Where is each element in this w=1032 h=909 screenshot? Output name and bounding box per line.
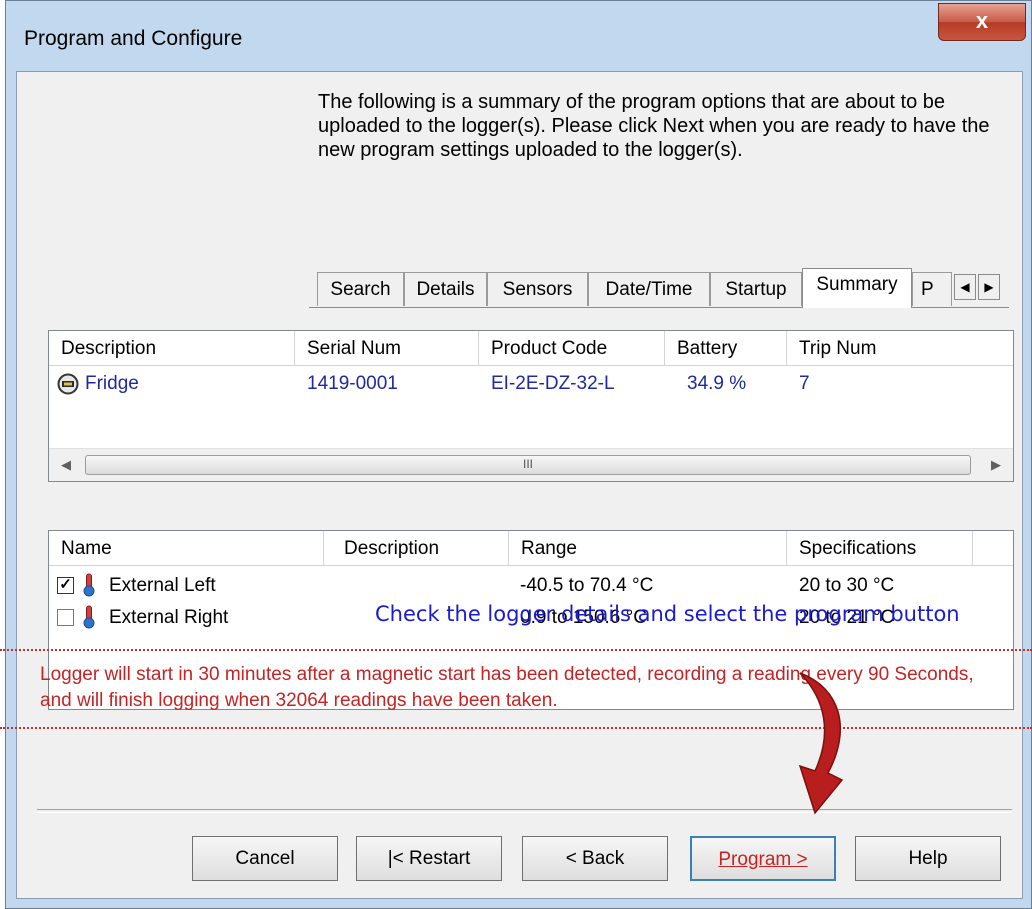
close-icon: x	[975, 8, 989, 33]
logger-list[interactable]: Description Serial Num Product Code Batt…	[48, 330, 1014, 482]
table-row[interactable]: Fridge 1419-0001 EI-2E-DZ-32-L 34.9 % 7	[49, 369, 1013, 399]
help-button[interactable]: Help	[855, 836, 1001, 881]
tab-search[interactable]: Search	[317, 272, 404, 306]
logger-serial: 1419-0001	[307, 373, 398, 394]
scroll-left-icon[interactable]: ◀	[49, 449, 83, 481]
title-bar[interactable]: Program and Configure x	[6, 1, 1031, 71]
col-specifications[interactable]: Specifications	[787, 531, 973, 565]
button-separator	[37, 809, 1012, 813]
close-button[interactable]: x	[938, 3, 1026, 41]
sensor-range: -40.5 to 70.4 °C	[520, 575, 654, 596]
logger-product-code: EI-2E-DZ-32-L	[491, 373, 615, 394]
restart-button[interactable]: |< Restart	[356, 836, 502, 881]
col-description[interactable]: Description	[49, 331, 295, 365]
tab-startup[interactable]: Startup	[710, 272, 802, 306]
tab-sensors[interactable]: Sensors	[487, 272, 588, 306]
thermometer-icon	[83, 573, 95, 597]
tab-scroll-left-button[interactable]: ◀	[954, 274, 976, 300]
logger-battery: 34.9 %	[687, 373, 747, 394]
col-serial-num[interactable]: Serial Num	[295, 331, 479, 365]
tab-strip: Search Details Sensors Date/Time Startup…	[309, 268, 1009, 308]
logger-description: Fridge	[85, 373, 139, 394]
col-sensor-description[interactable]: Description	[324, 531, 509, 565]
col-battery[interactable]: Battery	[665, 331, 787, 365]
grip-icon: III	[522, 457, 533, 471]
window-title: Program and Configure	[24, 27, 243, 50]
program-button[interactable]: Program >	[690, 836, 836, 881]
col-range[interactable]: Range	[509, 531, 787, 565]
col-name[interactable]: Name	[49, 531, 324, 565]
logger-icon	[57, 373, 79, 395]
sensor-name: External Left	[109, 575, 216, 596]
intro-text: The following is a summary of the progra…	[318, 91, 990, 161]
back-button[interactable]: < Back	[522, 836, 668, 881]
program-configure-window: Program and Configure x The following is…	[5, 0, 1032, 909]
tab-date-time[interactable]: Date/Time	[588, 272, 710, 306]
scroll-right-icon[interactable]: ▶	[979, 449, 1013, 481]
sensor-enabled-checkbox[interactable]	[57, 609, 74, 626]
sensor-name: External Right	[109, 607, 229, 628]
logger-trip-num: 7	[799, 373, 810, 394]
dialog-client-area: The following is a summary of the progra…	[16, 71, 1023, 899]
tab-p[interactable]: P	[912, 272, 952, 306]
horizontal-scrollbar[interactable]: ◀ III ▶	[49, 448, 1013, 481]
arrow-right-icon: ▶	[984, 280, 994, 294]
sensor-enabled-checkbox[interactable]: ✓	[57, 577, 74, 594]
cancel-button[interactable]: Cancel	[192, 836, 338, 881]
scroll-thumb[interactable]: III	[85, 455, 971, 475]
table-row[interactable]: ✓ External Left -40.5 to 70.4 °C 20 to 3…	[49, 571, 1013, 601]
col-product-code[interactable]: Product Code	[479, 331, 665, 365]
sensor-list-header: Name Description Range Specifications	[49, 531, 1013, 566]
tab-scroll-right-button[interactable]: ▶	[978, 274, 1000, 300]
thermometer-icon	[83, 605, 95, 629]
tutorial-annotation: Check the logger details and select the …	[375, 602, 960, 626]
arrow-left-icon: ◀	[960, 280, 970, 294]
annotation-arrow-icon	[798, 672, 844, 815]
sensor-specs: 20 to 30 °C	[799, 575, 895, 596]
tab-details[interactable]: Details	[404, 272, 487, 306]
logger-list-header: Description Serial Num Product Code Batt…	[49, 331, 1013, 366]
col-trip-num[interactable]: Trip Num	[787, 331, 1013, 365]
tab-summary[interactable]: Summary	[802, 268, 912, 308]
